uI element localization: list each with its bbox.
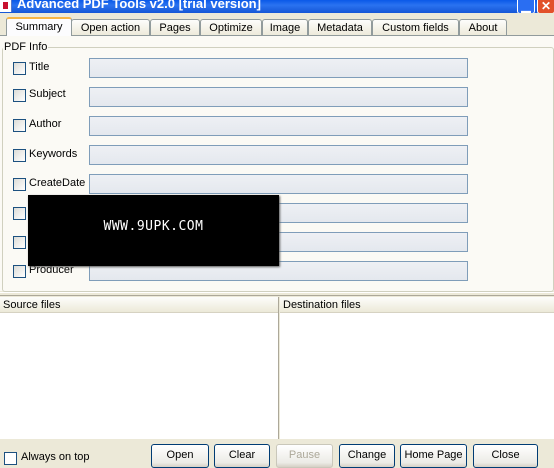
watermark-overlay: WWW.9UPK.COM bbox=[28, 195, 279, 266]
author-field[interactable] bbox=[89, 116, 468, 136]
clear-button[interactable]: Clear bbox=[214, 444, 270, 468]
title-field[interactable] bbox=[89, 58, 468, 78]
open-button[interactable]: Open bbox=[151, 444, 209, 468]
close-window-button[interactable]: ✕ bbox=[537, 0, 554, 13]
field-6-checkbox[interactable] bbox=[13, 207, 26, 220]
source-files-list[interactable]: Source files bbox=[0, 297, 278, 439]
tab-about[interactable]: About bbox=[459, 19, 507, 36]
createdate-label: CreateDate bbox=[29, 177, 86, 189]
always-on-top-checkbox[interactable] bbox=[4, 452, 17, 465]
destination-files-header[interactable]: Destination files bbox=[280, 297, 554, 313]
pdf-info-legend: PDF Info bbox=[3, 41, 49, 53]
tab-optimize[interactable]: Optimize bbox=[200, 19, 262, 36]
title-label: Title bbox=[29, 61, 50, 73]
destination-files-list[interactable]: Destination files bbox=[280, 297, 554, 439]
source-files-header[interactable]: Source files bbox=[0, 297, 278, 313]
subject-label: Subject bbox=[29, 88, 66, 100]
watermark-text: WWW.9UPK.COM bbox=[103, 219, 204, 234]
horizontal-splitter[interactable] bbox=[0, 292, 554, 296]
producer-checkbox[interactable] bbox=[13, 265, 26, 278]
close-button[interactable]: Close bbox=[473, 444, 538, 468]
field-7-checkbox[interactable] bbox=[13, 236, 26, 249]
app-icon bbox=[0, 0, 12, 12]
keywords-field[interactable] bbox=[89, 145, 468, 165]
tab-open-action[interactable]: Open action bbox=[71, 19, 150, 36]
tab-summary[interactable]: Summary bbox=[6, 17, 72, 36]
author-checkbox[interactable] bbox=[13, 119, 26, 132]
minimize-button[interactable]: ▁ bbox=[517, 0, 535, 13]
pause-button[interactable]: Pause bbox=[276, 444, 333, 468]
tab-metadata[interactable]: Metadata bbox=[308, 19, 372, 36]
subject-checkbox[interactable] bbox=[13, 89, 26, 102]
title-checkbox[interactable] bbox=[13, 62, 26, 75]
keywords-checkbox[interactable] bbox=[13, 149, 26, 162]
home-page-button[interactable]: Home Page bbox=[400, 444, 467, 468]
author-label: Author bbox=[29, 118, 62, 130]
change-button[interactable]: Change bbox=[339, 444, 395, 468]
title-bar: Advanced PDF Tools v2.0 [trial version] … bbox=[0, 0, 554, 13]
tab-pages[interactable]: Pages bbox=[150, 19, 200, 36]
subject-field[interactable] bbox=[89, 87, 468, 107]
always-on-top-label: Always on top bbox=[21, 451, 90, 463]
tab-image[interactable]: Image bbox=[262, 19, 308, 36]
window-title: Advanced PDF Tools v2.0 [trial version] bbox=[17, 0, 261, 11]
createdate-field[interactable] bbox=[89, 174, 468, 194]
tab-custom-fields[interactable]: Custom fields bbox=[372, 19, 459, 36]
keywords-label: Keywords bbox=[29, 148, 78, 160]
createdate-checkbox[interactable] bbox=[13, 178, 26, 191]
